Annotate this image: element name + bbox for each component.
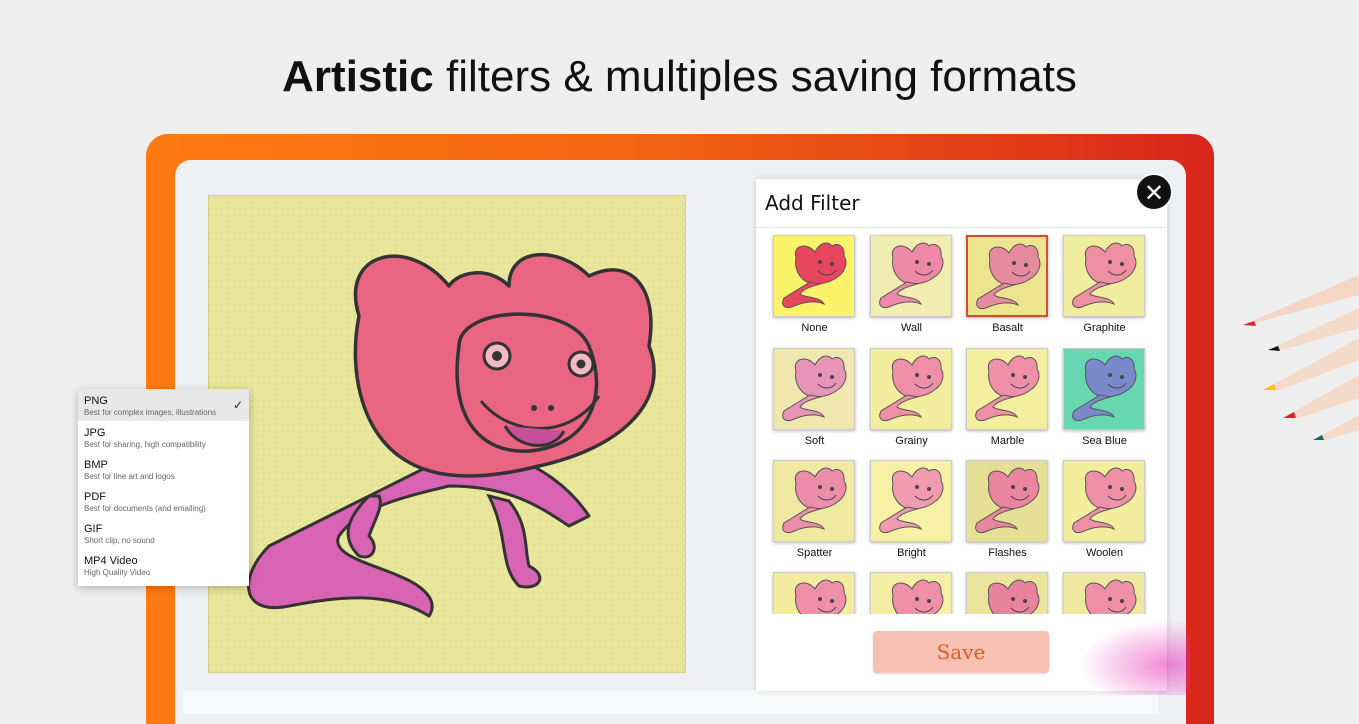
filter-label: Basalt [992,322,1023,334]
headline-bold: Artistic [282,52,434,101]
save-format-menu: PNG Best for complex images, illustration… [78,389,249,586]
format-name: BMP [84,459,108,471]
format-name: PNG [84,395,108,407]
panel-title: Add Filter [765,191,860,215]
filter-thumbnail [870,460,952,542]
lizard-artwork [209,196,685,672]
decor-glow [1080,620,1190,695]
headline: Artistic filters & multiples saving form… [0,52,1359,102]
format-desc: Short clip, no sound [84,536,155,545]
filter-label: Marble [990,435,1025,447]
filter-tile-14[interactable] [870,572,953,614]
filter-thumbnail [1063,235,1145,317]
format-option-bmp[interactable]: BMP Best for line art and logos [78,453,249,485]
filter-tile-none[interactable]: None [773,235,856,334]
format-name: PDF [84,491,106,503]
headline-rest: filters & multiples saving formats [433,52,1077,101]
filter-tile-wall[interactable]: Wall [870,235,953,334]
format-option-png[interactable]: PNG Best for complex images, illustration… [78,389,249,421]
drawing-canvas[interactable] [208,195,686,673]
filter-label: None [801,322,828,334]
filter-thumbnail [966,235,1048,317]
format-desc: High Quality Video [84,568,151,577]
format-desc: Best for line art and logos [84,472,175,481]
filter-thumbnail [1063,460,1145,542]
filter-thumbnail [1063,348,1145,430]
filter-thumbnail [870,348,952,430]
filter-label: Sea Blue [1082,435,1127,447]
filter-thumbnail [773,460,855,542]
filter-label: Wall [901,322,922,334]
filter-thumbnail [870,235,952,317]
filter-tile-bright[interactable]: Bright [870,460,953,559]
filter-label: Woolen [1085,547,1124,559]
format-name: JPG [84,427,106,439]
filter-tile-basalt[interactable]: Basalt [966,235,1049,334]
format-option-mp4-video[interactable]: MP4 Video High Quality Video [78,549,249,581]
filter-tile-16[interactable] [1063,572,1146,614]
filter-thumbnail [870,572,952,614]
filter-tile-soft[interactable]: Soft [773,348,856,447]
filter-thumbnail [773,348,855,430]
format-name: GIF [84,523,103,535]
filter-label: Flashes [988,547,1027,559]
filter-label: Soft [804,435,825,447]
format-desc: Best for documents (and emailing) [84,504,206,513]
filter-tile-marble[interactable]: Marble [966,348,1049,447]
filter-label: Grainy [895,435,928,447]
filter-tile-15[interactable] [966,572,1049,614]
format-option-pdf[interactable]: PDF Best for documents (and emailing) [78,485,249,517]
filter-tile-spatter[interactable]: Spatter [773,460,856,559]
filter-thumbnail [966,348,1048,430]
filter-thumbnail [773,235,855,317]
close-icon: ✕ [1143,180,1165,207]
format-desc: Best for complex images, illustrations [84,408,217,417]
format-option-gif[interactable]: GIF Short clip, no sound [78,517,249,549]
check-icon: ✓ [232,398,243,412]
bottom-bar [183,690,1158,714]
colored-pencils-decoration [1243,275,1359,440]
filter-tile-flashes[interactable]: Flashes [966,460,1049,559]
filter-tile-13[interactable] [773,572,856,614]
filter-tile-grainy[interactable]: Grainy [870,348,953,447]
add-filter-panel: Add Filter None Wall Basalt Graphite Soft Gra… [756,179,1167,691]
save-button[interactable]: Save [873,631,1049,673]
filter-tile-graphite[interactable]: Graphite [1063,235,1146,334]
format-option-jpg[interactable]: JPG Best for sharing, high compatibility [78,421,249,453]
filter-tile-woolen[interactable]: Woolen [1063,460,1146,559]
filter-label: Bright [897,547,926,559]
format-name: MP4 Video [84,555,138,567]
close-button[interactable]: ✕ [1135,173,1173,211]
filter-thumbnail [1063,572,1145,614]
filter-grid: None Wall Basalt Graphite Soft Grainy Marble Se… [756,228,1167,614]
filter-thumbnail [966,460,1048,542]
filter-tile-sea-blue[interactable]: Sea Blue [1063,348,1146,447]
filter-label: Spatter [796,547,833,559]
filter-thumbnail [966,572,1048,614]
format-desc: Best for sharing, high compatibility [84,440,206,449]
filter-thumbnail [773,572,855,614]
filter-label: Graphite [1083,322,1126,334]
